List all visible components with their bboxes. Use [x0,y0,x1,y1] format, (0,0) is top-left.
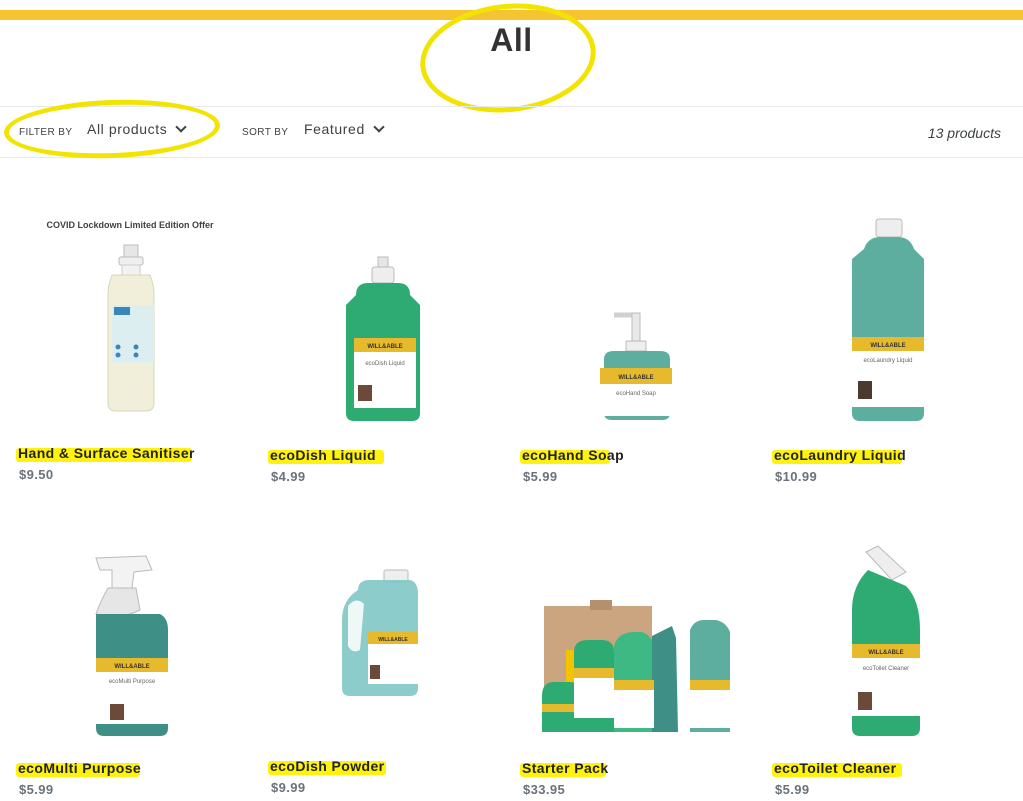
product-price: $33.95 [523,782,566,797]
bottle-label: ecoLaundry Liquid [863,358,912,364]
sort-select-value: Featured [304,121,365,137]
product-price: $5.99 [19,782,54,797]
product-title[interactable]: ecoLaundry Liquid [774,447,906,463]
product-price: $10.99 [775,469,818,484]
product-image-starter-pack[interactable] [504,510,744,740]
product-title[interactable]: ecoDish Powder [270,758,385,774]
bottle-label: ecoMulti Purpose [109,679,156,685]
product-title[interactable]: ecoDish Liquid [270,447,376,463]
brand-label: WILL&ABLE [114,664,149,670]
product-card[interactable]: COVID Lockdown Limited Edition Offer Han… [0,195,240,495]
product-card[interactable]: WILL&ABLE ecoDish Liquid ecoDish Liquid … [252,195,492,495]
product-title[interactable]: ecoToilet Cleaner [774,760,896,776]
product-price: $5.99 [775,782,810,797]
product-image-hand-soap[interactable]: WILL&ABLE ecoHand Soap [504,195,744,425]
product-card[interactable]: Starter Pack $33.95 [504,510,744,801]
brand-label: WILL&ABLE [870,343,905,349]
brand-label: WILL&ABLE [868,650,903,656]
product-image-dish-liquid[interactable]: WILL&ABLE ecoDish Liquid [252,195,492,425]
brand-label: WILL&ABLE [618,375,653,381]
product-title[interactable]: Hand & Surface Sanitiser [18,445,195,461]
brand-label: WILL&ABLE [378,637,408,643]
product-card[interactable]: WILL&ABLE ecoDish Powder $9.99 [252,510,492,801]
chevron-down-icon [373,120,385,133]
product-card[interactable]: WILL&ABLE ecoHand Soap ecoHand Soap $5.9… [504,195,744,495]
product-image-toilet-cleaner[interactable]: WILL&ABLE ecoToilet Cleaner [756,510,996,740]
product-image-sanitiser[interactable]: COVID Lockdown Limited Edition Offer [0,195,240,425]
promo-text: COVID Lockdown Limited Edition Offer [46,220,213,230]
brand-label: WILL&ABLE [367,344,402,350]
product-price: $4.99 [271,469,306,484]
product-price: $9.50 [19,467,54,482]
product-card[interactable]: WILL&ABLE ecoMulti Purpose ecoMulti Purp… [0,510,240,801]
product-image-multi-purpose[interactable]: WILL&ABLE ecoMulti Purpose [0,510,240,740]
product-count: 13 products [927,125,1001,141]
product-title[interactable]: Starter Pack [522,760,609,776]
bottle-label: ecoToilet Cleaner [863,666,909,672]
product-image-laundry-liquid[interactable]: WILL&ABLE ecoLaundry Liquid [756,195,996,425]
product-title[interactable]: ecoMulti Purpose [18,760,141,776]
product-title[interactable]: ecoHand Soap [522,447,624,463]
product-price: $5.99 [523,469,558,484]
sort-by-label: SORT BY [242,127,289,138]
sort-select[interactable]: Featured [304,120,385,137]
product-image-dish-powder[interactable]: WILL&ABLE [252,510,492,740]
bottle-label: ecoHand Soap [616,391,656,397]
bottle-label: ecoDish Liquid [365,361,404,367]
product-card[interactable]: WILL&ABLE ecoLaundry Liquid ecoLaundry L… [756,195,996,495]
product-card[interactable]: WILL&ABLE ecoToilet Cleaner ecoToilet Cl… [756,510,996,801]
product-price: $9.99 [271,780,306,795]
